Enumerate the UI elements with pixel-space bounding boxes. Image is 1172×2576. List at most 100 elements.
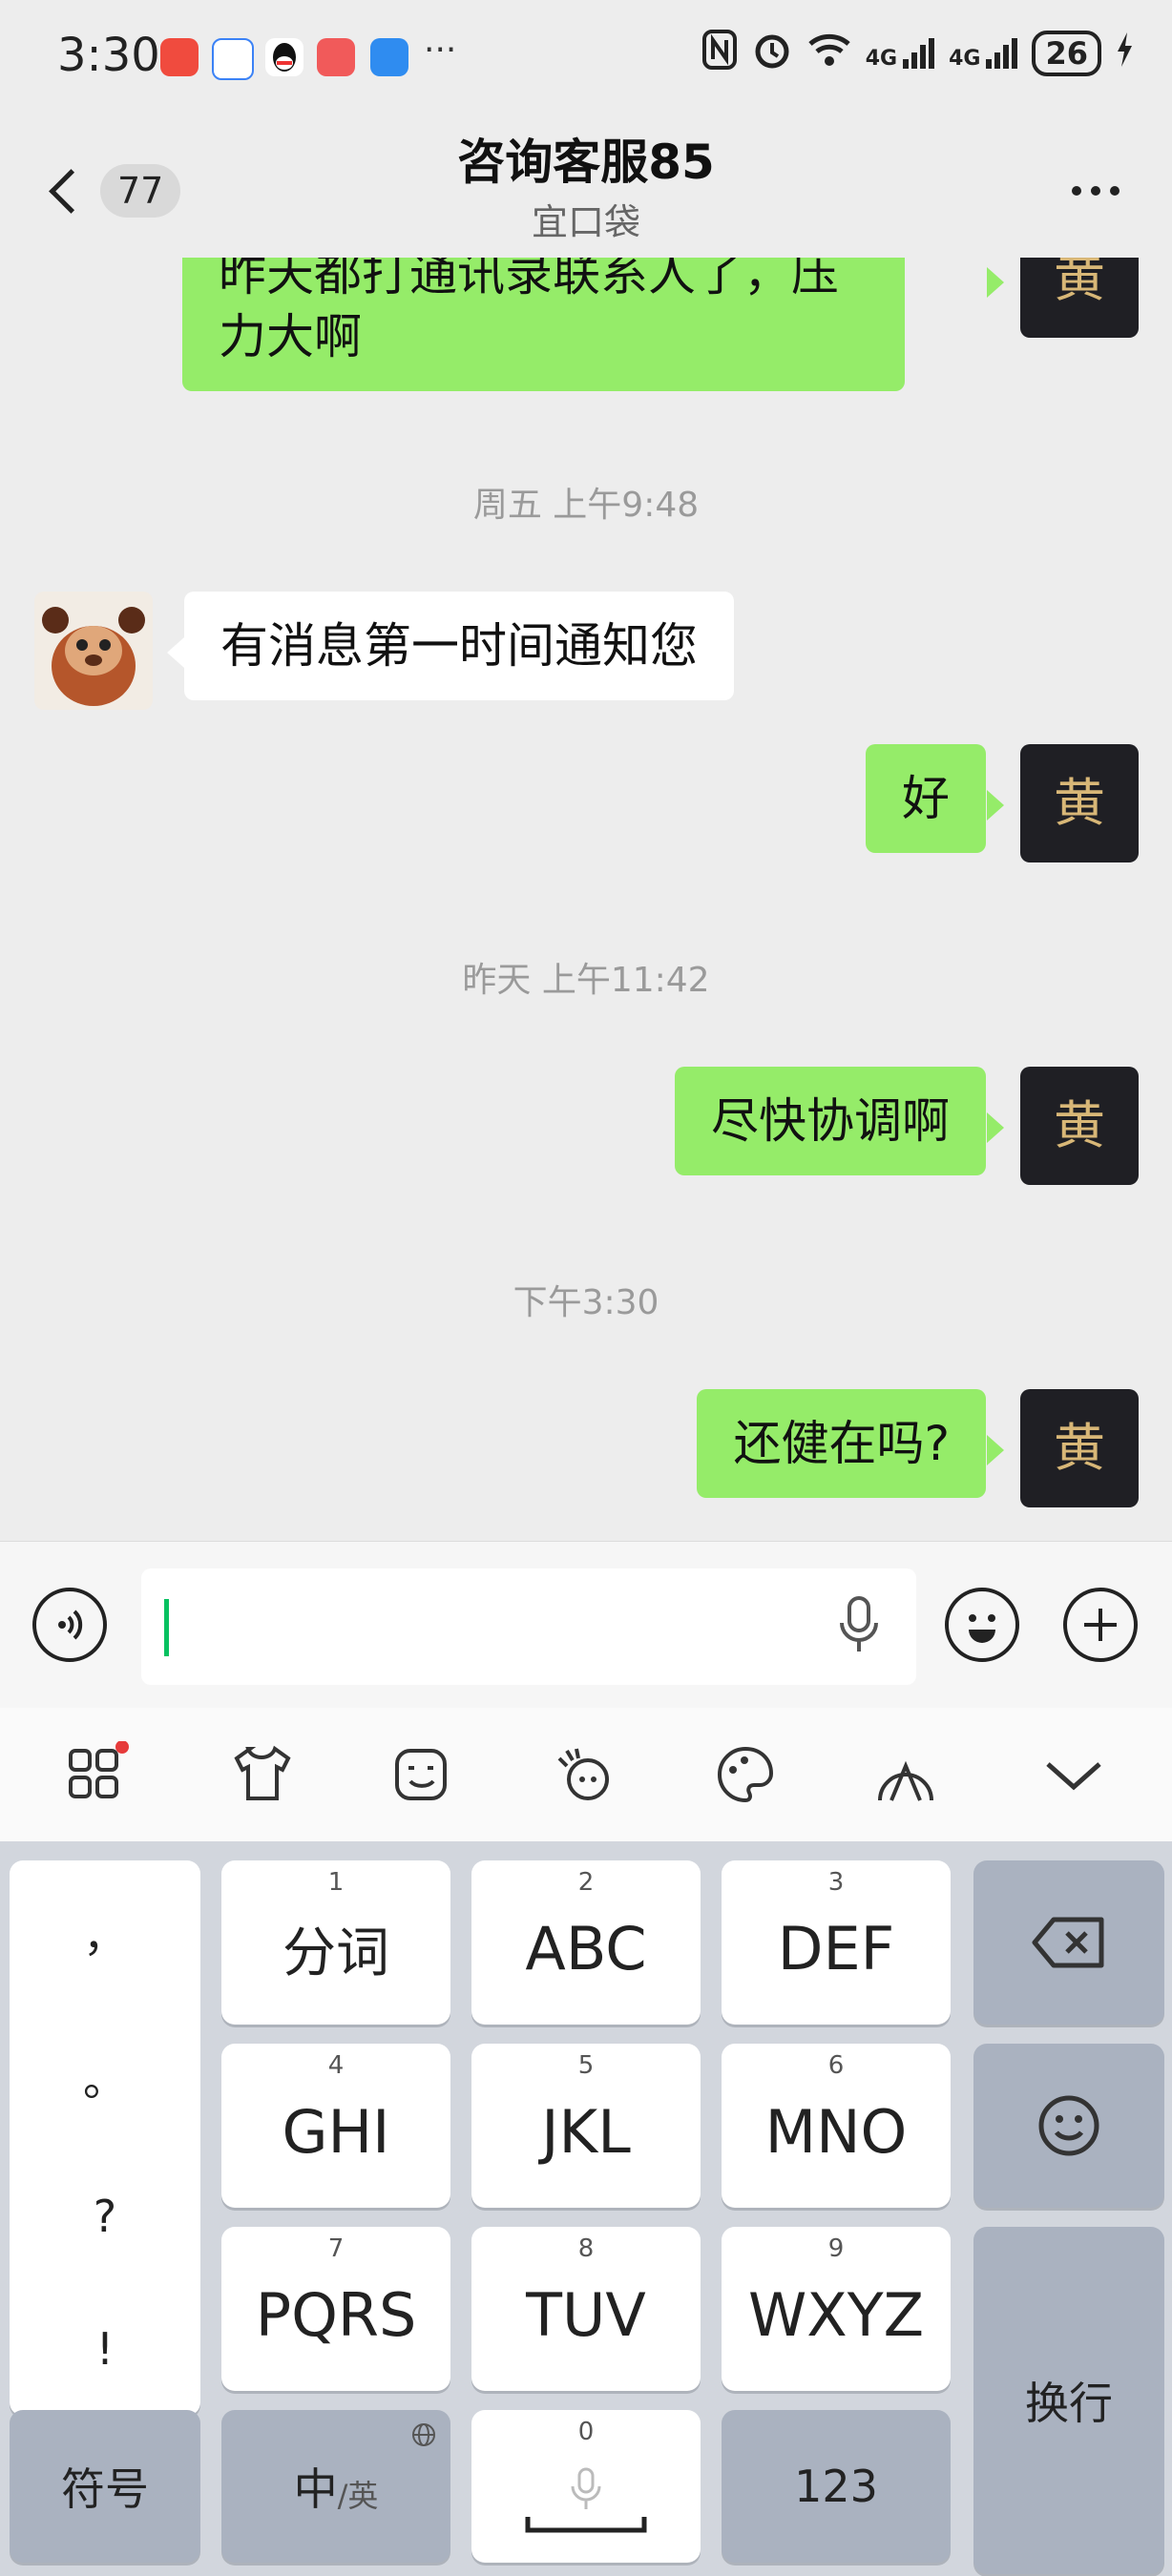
more-notifications-icon: ··· [424, 31, 457, 70]
cell-signal-2-icon: 4G [949, 36, 1018, 71]
svg-text:黄: 黄 [1054, 773, 1105, 833]
more-dots-icon [1110, 186, 1120, 196]
key-7[interactable]: 7 PQRS [221, 2227, 450, 2391]
timestamp: 昨天 上午11:42 [462, 961, 710, 1000]
network-label: 4G [865, 47, 898, 71]
status-time: 3:30 [57, 29, 160, 82]
key-4[interactable]: 4 GHI [221, 2044, 450, 2208]
status-bar: 3:30 ··· 4G 4G 26 [0, 0, 1172, 114]
key-number: 6 [827, 2051, 845, 2080]
message-bubble-incoming[interactable]: 有消息第一时间通知您 [184, 592, 734, 700]
space-key[interactable]: 0 [471, 2410, 701, 2563]
key-label: JKL [541, 2096, 631, 2167]
key-label: ABC [525, 1913, 647, 1984]
key-label: MNO [764, 2096, 908, 2167]
key-3[interactable]: 3 DEF [722, 1860, 951, 2025]
chat-subtitle: 宜口袋 [531, 201, 640, 243]
message-bubble-outgoing[interactable]: 昨天都打通讯录联系人了，压力大啊 [182, 258, 905, 391]
bubble-tail [987, 267, 1004, 298]
numbers-key[interactable]: 123 [722, 2410, 951, 2563]
nfc-icon [701, 29, 738, 78]
cell-signal-1-icon: 4G [866, 36, 935, 71]
avatar-self[interactable]: 黄 [1020, 744, 1139, 862]
timestamp: 下午3:30 [513, 1283, 659, 1322]
svg-text:黄: 黄 [1054, 1095, 1105, 1155]
punct-key[interactable]: ! [96, 2323, 114, 2375]
globe-icon [412, 2423, 435, 2446]
more-options-button[interactable] [1057, 172, 1134, 210]
avatar-self[interactable]: 黄 [1020, 258, 1139, 338]
punct-key[interactable]: ， [83, 1901, 127, 1964]
keyboard-toolbar [0, 1708, 1172, 1841]
skin-icon[interactable] [229, 1741, 296, 1808]
enter-key[interactable]: 换行 [973, 2227, 1164, 2574]
charging-icon [1115, 31, 1134, 76]
smiley-icon [969, 1614, 995, 1643]
lang-alt-label: /英 [337, 2478, 379, 2514]
plus-button[interactable] [1063, 1588, 1138, 1662]
apps-grid-icon[interactable] [63, 1740, 130, 1808]
emoji-sticker-icon[interactable] [389, 1741, 456, 1808]
symbols-label: 符号 [61, 2463, 149, 2515]
key-5[interactable]: 5 JKL [471, 2044, 701, 2208]
text-caret [164, 1599, 169, 1656]
qq-app-icon [265, 38, 303, 76]
key-9[interactable]: 9 WXYZ [722, 2227, 951, 2391]
message-bubble-outgoing[interactable]: 还健在吗? [697, 1389, 986, 1498]
bubble-tail [987, 1435, 1004, 1465]
key-number: 2 [577, 1868, 595, 1897]
network-label: 4G [949, 47, 981, 71]
message-list[interactable]: 昨天都打通讯录联系人了，压力大啊 黄 周五 上午9:48 有消息第一时间通知您 … [0, 258, 1172, 1541]
key-label: 分词 [283, 1922, 389, 1984]
status-indicators: 4G 4G 26 [701, 29, 1134, 78]
sticker-icon[interactable] [550, 1741, 617, 1808]
collapse-chevron-icon[interactable] [1040, 1741, 1107, 1808]
key-label: GHI [282, 2096, 390, 2167]
svg-text:黄: 黄 [1054, 1418, 1105, 1478]
punct-key[interactable]: 。 [83, 2046, 127, 2109]
key-number: 1 [327, 1868, 345, 1897]
avatar-self[interactable]: 黄 [1020, 1389, 1139, 1507]
avatar-contact[interactable] [34, 592, 153, 710]
red-app-icon [317, 38, 355, 76]
key-label: TUV [526, 2279, 646, 2350]
emoji-key[interactable] [973, 2044, 1164, 2208]
handwriting-icon[interactable] [872, 1741, 939, 1808]
space-bar-icon [525, 2517, 647, 2533]
symbols-key[interactable]: 符号 [10, 2410, 200, 2563]
key-number: 5 [577, 2051, 595, 2080]
key-2[interactable]: 2 ABC [471, 1860, 701, 2025]
key-number: 3 [827, 1868, 845, 1897]
palette-icon[interactable] [712, 1741, 779, 1808]
punct-key[interactable]: ? [94, 2191, 116, 2242]
timestamp: 周五 上午9:48 [472, 486, 700, 525]
svg-text:黄: 黄 [1054, 258, 1105, 308]
key-8[interactable]: 8 TUV [471, 2227, 701, 2391]
key-label: WXYZ [747, 2279, 925, 2350]
microphone-icon [571, 2467, 601, 2509]
key-6[interactable]: 6 MNO [722, 2044, 951, 2208]
microphone-icon[interactable] [836, 1594, 882, 1659]
avatar-self[interactable]: 黄 [1020, 1067, 1139, 1185]
message-bubble-outgoing[interactable]: 好 [866, 744, 986, 853]
key-label: PQRS [255, 2279, 417, 2350]
bubble-tail [987, 1112, 1004, 1143]
chat-title: 咨询客服85 [457, 135, 715, 190]
message-input[interactable] [141, 1568, 916, 1685]
backspace-key[interactable] [973, 1860, 1164, 2025]
notification-app-icon [160, 38, 199, 76]
plus-circle-icon [1084, 1609, 1117, 1641]
key-number: 0 [577, 2418, 595, 2446]
key-number: 8 [577, 2234, 595, 2263]
voice-toggle-button[interactable] [32, 1588, 107, 1662]
smiley-icon [1038, 2095, 1099, 2156]
key-1[interactable]: 1 分词 [221, 1860, 450, 2025]
wifi-icon [806, 31, 852, 76]
key-label: DEF [777, 1913, 895, 1984]
emoji-button[interactable] [945, 1588, 1019, 1662]
key-number: 9 [827, 2234, 845, 2263]
lang-main-label: 中 [293, 2463, 338, 2515]
language-switch-key[interactable]: 中 /英 [221, 2410, 450, 2563]
message-bubble-outgoing[interactable]: 尽快协调啊 [675, 1067, 986, 1175]
bubble-tail [167, 637, 184, 668]
